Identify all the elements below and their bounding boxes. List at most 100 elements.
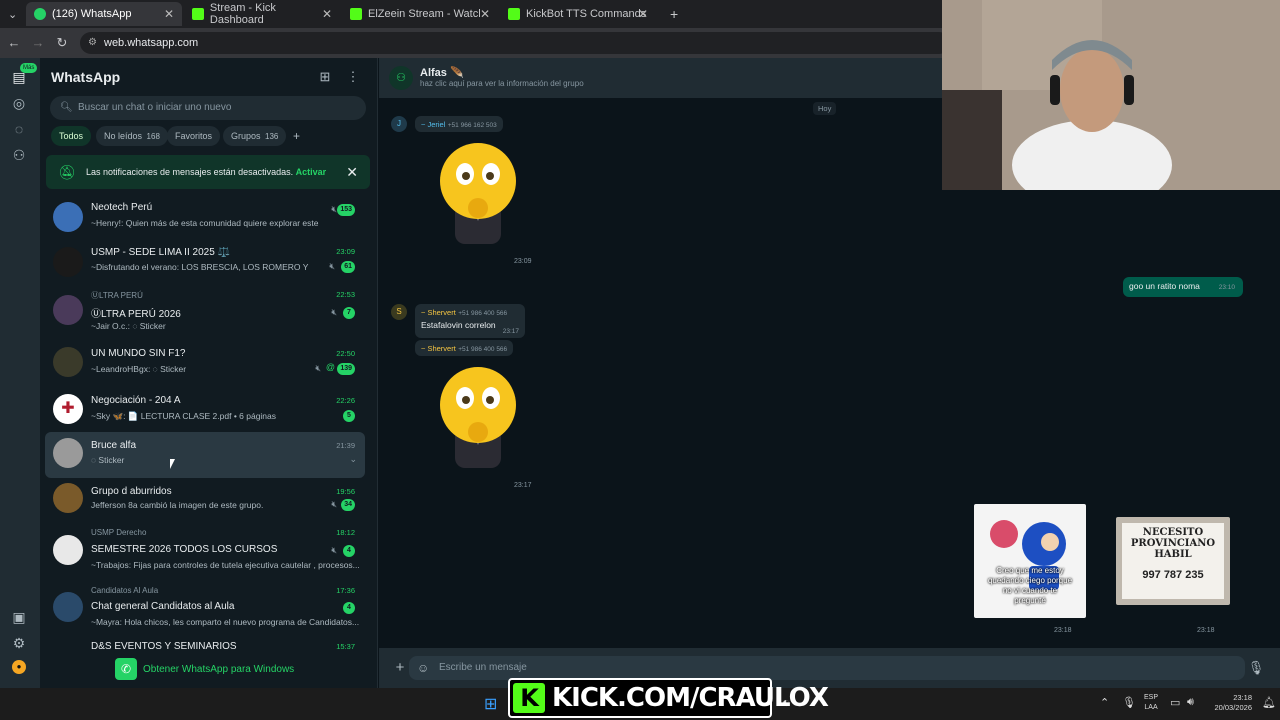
clock[interactable]: 23:18 20/03/2026 bbox=[1212, 693, 1252, 713]
communities-icon[interactable]: ⚇ bbox=[10, 146, 28, 164]
avatar bbox=[53, 295, 83, 325]
chat-item[interactable]: 15:37 D&S EVENTOS Y SEMINARIOS bbox=[45, 638, 365, 652]
media-icon[interactable]: ▣ bbox=[10, 608, 28, 626]
avatar bbox=[53, 592, 83, 622]
mention-icon: @ bbox=[325, 362, 335, 372]
unread-badge: 4 bbox=[343, 545, 355, 557]
nav-rail: ▤ Más ◎ ◌ ⚇ ▣ ⚙ ● bbox=[0, 58, 40, 688]
microphone-icon[interactable]: 🎙︎ bbox=[1247, 659, 1265, 677]
unread-badge: 7 bbox=[343, 307, 355, 319]
tab-kickbot[interactable]: KickBot TTS Commands ✕ bbox=[500, 2, 656, 26]
muted-icon: 🔇︎ bbox=[331, 204, 337, 214]
tab-whatsapp[interactable]: (126) WhatsApp ✕ bbox=[26, 2, 182, 26]
group-icon: ⚇ bbox=[389, 66, 413, 90]
bell-off-icon: 🔕︎ bbox=[58, 164, 76, 180]
notifications-icon[interactable]: 🔔︎ bbox=[1262, 696, 1276, 709]
site-info-icon[interactable]: ⚙ bbox=[88, 32, 97, 54]
network-icon[interactable]: ▭ bbox=[1170, 696, 1180, 709]
chat-item-selected[interactable]: 21:39 Bruce alfa ◌ Sticker ⌄ bbox=[45, 432, 365, 478]
attach-icon[interactable]: + bbox=[391, 659, 409, 677]
windows-start-icon[interactable]: ⊞ bbox=[484, 694, 497, 714]
outgoing-message[interactable]: goo un ratito noma 23:10 bbox=[1123, 277, 1243, 297]
kick-icon bbox=[350, 8, 362, 20]
url-field[interactable]: ⚙ web.whatsapp.com bbox=[80, 32, 950, 54]
app-title: WhatsApp bbox=[51, 69, 121, 85]
avatar: ✚ bbox=[53, 394, 83, 424]
sign-phone: 997 787 235 bbox=[1142, 569, 1204, 581]
back-icon[interactable]: ← bbox=[6, 35, 22, 51]
microphone-icon[interactable]: 🎙︎ bbox=[1122, 696, 1136, 709]
sender-avatar: J bbox=[391, 116, 407, 132]
unread-badge: 5 bbox=[343, 410, 355, 422]
kick-banner: K KICK.COM/CRAULOX bbox=[508, 678, 829, 718]
close-icon[interactable]: ✕ bbox=[638, 7, 648, 21]
search-icon: 🔍︎ bbox=[60, 102, 73, 113]
incoming-message[interactable]: ~ Shervert +51 986 400 566 Estafalovin c… bbox=[415, 304, 525, 338]
unread-badge: 34 bbox=[341, 499, 355, 511]
channels-icon[interactable]: ◌ bbox=[10, 120, 28, 138]
search-input[interactable]: 🔍︎ Buscar un chat o iniciar uno nuevo bbox=[50, 96, 366, 120]
filter-favoritos[interactable]: Favoritos bbox=[167, 126, 221, 146]
avatar bbox=[53, 483, 83, 513]
sender-avatar: S bbox=[391, 304, 407, 320]
sticker[interactable] bbox=[433, 136, 523, 246]
new-chat-icon[interactable]: ⊞ bbox=[316, 68, 334, 86]
chat-item[interactable]: 23:09 USMP - SEDE LIMA II 2025 ⚖️ ~Disfr… bbox=[45, 241, 365, 287]
tab-elzeein-stream[interactable]: ElZeein Stream - Watch Live on ✕ bbox=[342, 2, 498, 26]
emoji-icon[interactable]: ☺ bbox=[417, 656, 429, 680]
close-icon[interactable]: ✕ bbox=[322, 7, 332, 21]
webcam-overlay bbox=[942, 0, 1280, 190]
chevron-down-icon[interactable]: ⌄ bbox=[349, 454, 357, 465]
unread-badge: 139 bbox=[337, 363, 355, 375]
close-icon[interactable]: ✕ bbox=[346, 155, 358, 189]
tab-list-button[interactable]: ⌄ bbox=[0, 2, 22, 26]
close-icon[interactable]: ✕ bbox=[480, 7, 490, 21]
image-caption: Creo que me estoy quedando ciego porque … bbox=[987, 566, 1073, 605]
chat-list-panel: WhatsApp ⊞ ⋮ 🔍︎ Buscar un chat o iniciar… bbox=[40, 58, 378, 688]
image-message[interactable]: Creo que me estoy quedando ciego porque … bbox=[974, 504, 1086, 618]
sender-header: ~ Shervert +51 986 400 566 bbox=[415, 340, 514, 356]
avatar bbox=[53, 347, 83, 377]
chat-item[interactable]: 22:50 UN MUNDO SIN F1? ~LeandroHBgx: ◌ S… bbox=[45, 343, 365, 389]
status-icon[interactable]: ◎ bbox=[10, 94, 28, 112]
kick-logo-icon: K bbox=[513, 683, 545, 713]
unread-badge: 153 bbox=[337, 204, 355, 216]
chat-item[interactable]: Candidatos Al Aula 17:36 Chat general Ca… bbox=[45, 584, 365, 636]
avatar bbox=[53, 202, 83, 232]
chevron-up-icon[interactable]: ⌃ bbox=[1100, 696, 1109, 709]
new-tab-button[interactable]: + bbox=[662, 2, 682, 26]
chat-item[interactable]: 19:56 Grupo d aburridos Jefferson 8a cam… bbox=[45, 479, 365, 525]
message-input[interactable]: ☺ Escribe un mensaje bbox=[409, 656, 1245, 680]
sticker[interactable] bbox=[433, 360, 523, 470]
chat-item[interactable]: ⓊLTRA PERÚ 22:53 ⓊLTRA PERÚ 2026 ~Jair O… bbox=[45, 287, 365, 333]
whatsapp-icon: ✆ bbox=[115, 658, 137, 680]
filter-todos[interactable]: Todos bbox=[51, 126, 92, 146]
kick-icon bbox=[508, 8, 520, 20]
filter-no-leidos[interactable]: No leídos 168 bbox=[96, 126, 168, 146]
muted-icon: 🔇︎ bbox=[331, 545, 337, 555]
avatar bbox=[53, 247, 83, 277]
forward-icon[interactable]: → bbox=[30, 35, 46, 51]
tab-kick-dashboard[interactable]: Stream - Kick Dashboard ✕ bbox=[184, 2, 340, 26]
reload-icon[interactable]: ↻ bbox=[54, 35, 70, 51]
group-subtitle: haz clic aquí para ver la información de… bbox=[420, 79, 584, 88]
get-app-link[interactable]: ✆ Obtener WhatsApp para Windows bbox=[115, 658, 305, 682]
menu-icon[interactable]: ⋮ bbox=[344, 68, 362, 86]
settings-icon[interactable]: ⚙ bbox=[10, 634, 28, 652]
muted-icon: 🔇︎ bbox=[331, 307, 337, 317]
whatsapp-icon bbox=[34, 8, 46, 20]
close-icon[interactable]: ✕ bbox=[164, 7, 174, 21]
image-message[interactable]: NECESITO PROVINCIANO HABIL 997 787 235 bbox=[1116, 517, 1230, 605]
add-filter-button[interactable]: + bbox=[285, 126, 308, 146]
language-indicator[interactable]: ESP LAA bbox=[1144, 693, 1158, 713]
unread-badge: 4 bbox=[343, 602, 355, 614]
chat-item[interactable]: Neotech Perú ~Henry!: Quien más de esta … bbox=[45, 194, 365, 240]
volume-icon[interactable]: 🔊︎ bbox=[1187, 696, 1194, 709]
filter-grupos[interactable]: Grupos 136 bbox=[223, 126, 287, 146]
unread-badge: 61 bbox=[341, 261, 355, 273]
notification-banner: 🔕︎ Las notificaciones de mensajes están … bbox=[46, 155, 370, 189]
profile-avatar[interactable]: ● bbox=[12, 660, 26, 674]
activate-link[interactable]: Activar bbox=[296, 167, 327, 177]
chat-item[interactable]: ✚ 22:26 Negociación - 204 A ~Sky 🦋: 📄 LE… bbox=[45, 390, 365, 436]
chat-item[interactable]: USMP Derecho 18:12 SEMESTRE 2026 TODOS L… bbox=[45, 525, 365, 577]
